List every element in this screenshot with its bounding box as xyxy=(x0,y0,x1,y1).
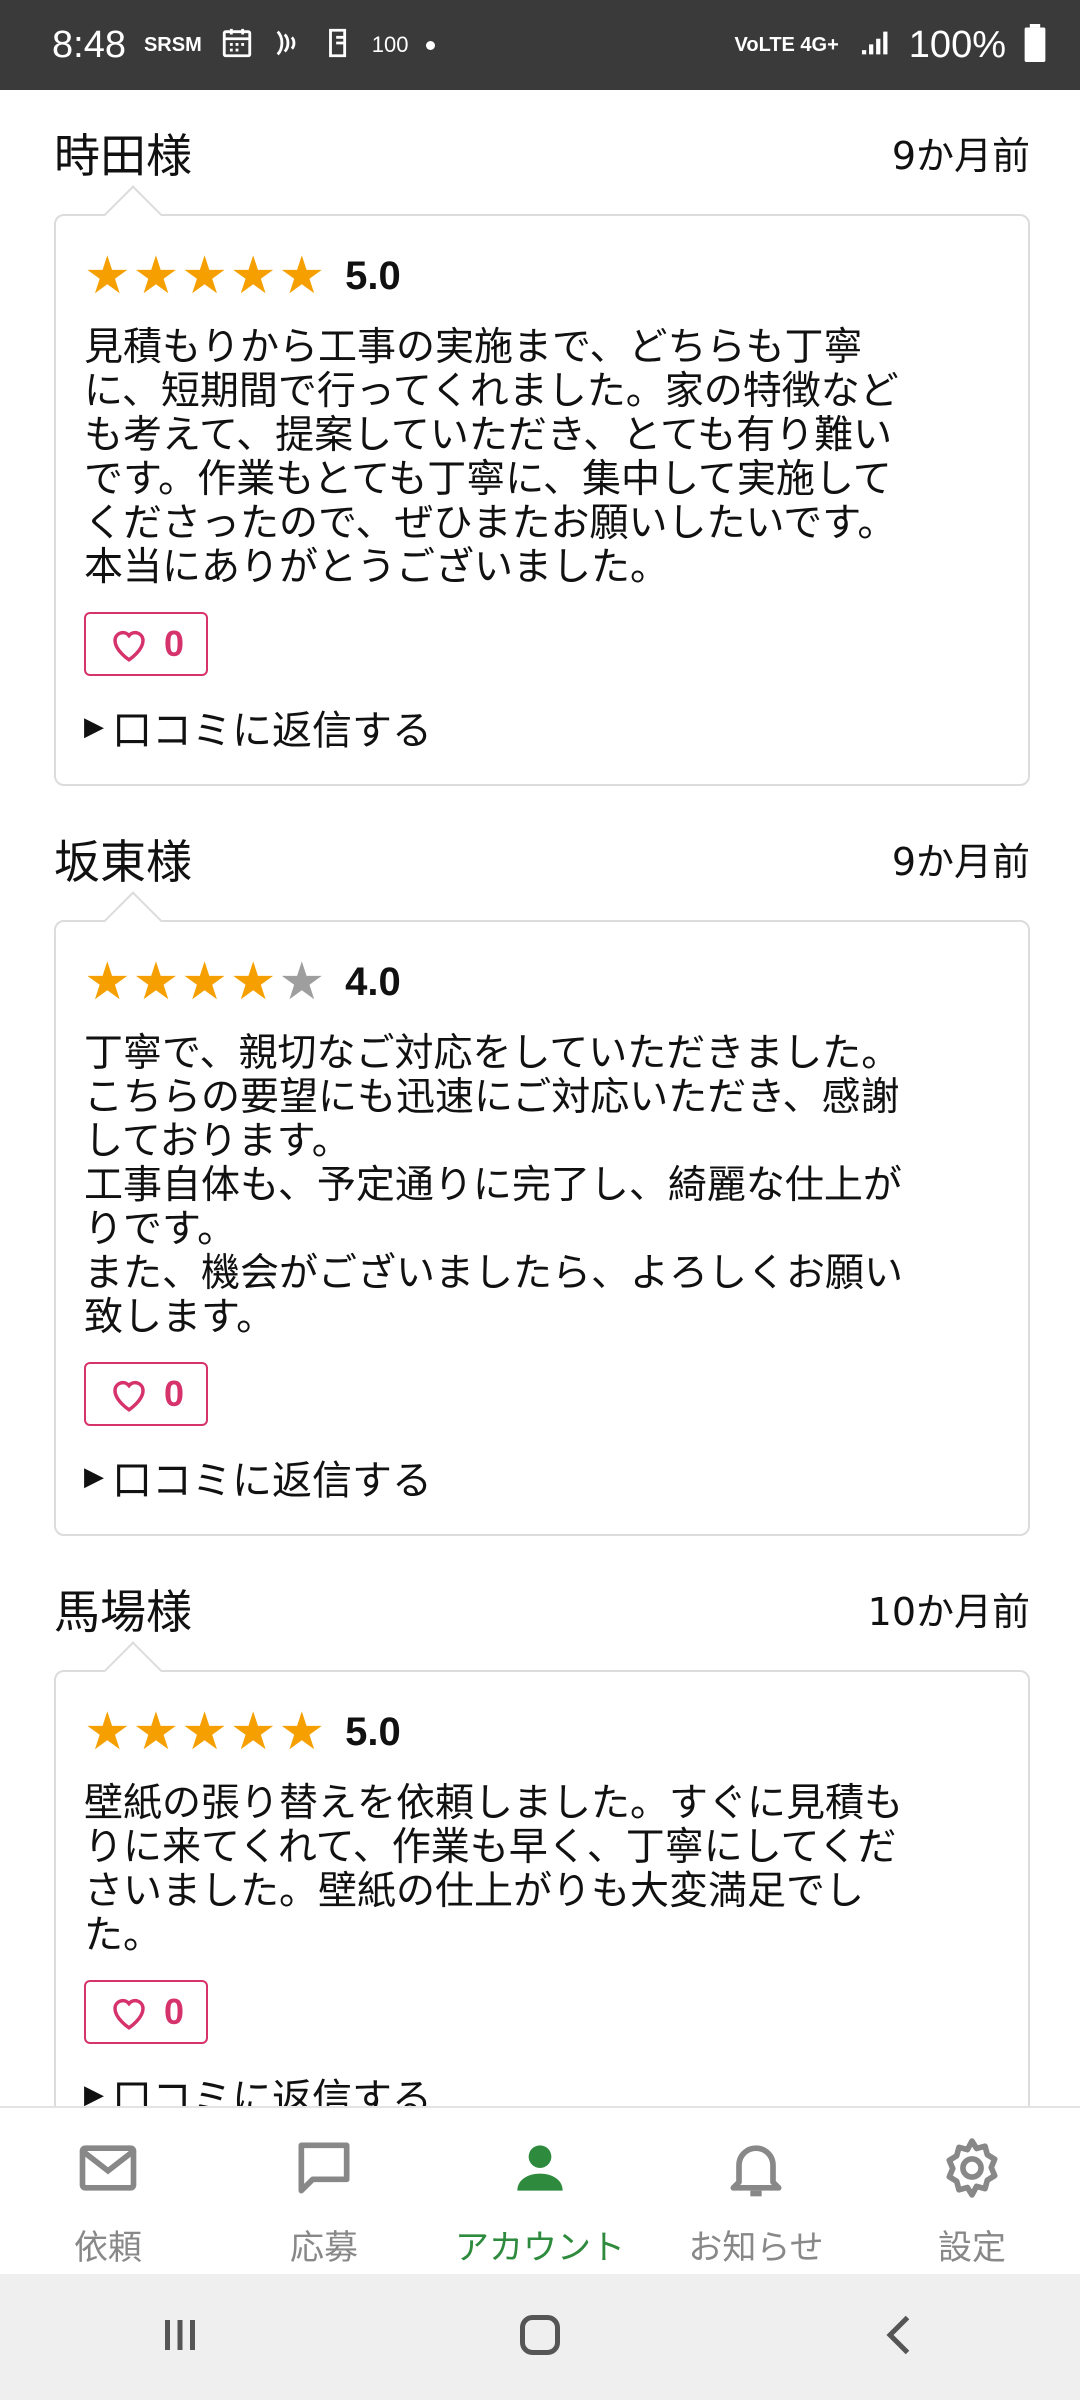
star-icon: ★ xyxy=(84,1702,131,1762)
star-rating: ★ ★ ★ ★ ★ 4.0 xyxy=(84,954,1000,1010)
star-icon: ★ xyxy=(181,952,228,1012)
nav-item-settings[interactable]: 設定 xyxy=(864,2108,1080,2276)
like-count: 0 xyxy=(164,623,185,664)
review-item: 時田様 9か月前 ★ ★ ★ ★ ★ 5.0 見積もりから工事の実施まで、どちら… xyxy=(54,116,1030,786)
recent-apps-icon[interactable] xyxy=(150,2305,210,2369)
reviewer-name: 坂東様 xyxy=(54,835,192,889)
status-right: VoLTE 4G+ 100% xyxy=(735,24,1046,67)
reviewer-name: 馬場様 xyxy=(54,1585,192,1639)
triangle-right-icon: ▶ xyxy=(84,1462,104,1492)
star-icon: ★ xyxy=(132,1702,180,1762)
star-icon: ★ xyxy=(132,246,180,306)
reply-label: 口コミに返信する xyxy=(112,708,432,754)
mail-icon xyxy=(79,2145,137,2191)
status-bar: 8:48 SRSM 100 VoLTE 4G+ 100% xyxy=(0,0,1080,90)
star-icon: ★ xyxy=(229,952,277,1012)
nav-label: 応募 xyxy=(290,2228,358,2268)
like-button[interactable]: 0 xyxy=(84,1362,209,1426)
rating-score: 4.0 xyxy=(345,959,401,1004)
review-text: 見積もりから工事の実施まで、どちらも丁寧 に、短期間で行ってくれました。家の特徴… xyxy=(84,325,899,590)
nav-label: アカウント xyxy=(455,2228,625,2268)
star-icon: ★ xyxy=(132,952,180,1012)
nav-item-requests[interactable]: 依頼 xyxy=(0,2108,216,2276)
home-icon[interactable] xyxy=(510,2305,570,2369)
nav-label: 設定 xyxy=(938,2228,1006,2268)
reply-toggle[interactable]: ▶ 口コミに返信する xyxy=(84,698,1000,756)
star-rating: ★ ★ ★ ★ ★ 5.0 xyxy=(84,1704,1000,1760)
star-icon: ★ xyxy=(84,952,131,1012)
reply-toggle[interactable]: ▶ 口コミに返信する xyxy=(84,1448,1000,1506)
like-count: 0 xyxy=(164,1991,185,2032)
review-header: 時田様 9か月前 xyxy=(54,116,1030,196)
battery-icon xyxy=(1024,24,1046,66)
system-nav-bar xyxy=(0,2274,1080,2400)
review-date: 9か月前 xyxy=(891,134,1030,178)
heart-icon xyxy=(113,1380,145,1412)
status-time: 8:48 xyxy=(52,23,126,66)
review-header: 馬場様 10か月前 xyxy=(54,1572,1030,1652)
heart-icon xyxy=(113,630,145,662)
review-text: 丁寧で、親切なご対応をしていただきました。 こちらの要望にも迅速にご対応いただき… xyxy=(84,1031,904,1340)
star-icon: ★ xyxy=(84,246,131,306)
star-icon: ★ xyxy=(181,1702,228,1762)
review-date: 10か月前 xyxy=(867,1590,1030,1634)
gear-icon xyxy=(946,2138,998,2198)
reply-label: 口コミに返信する xyxy=(112,2076,432,2106)
app-icon xyxy=(324,26,354,64)
chat-icon xyxy=(298,2142,350,2194)
bell-icon xyxy=(730,2145,782,2197)
review-card: ★ ★ ★ ★ ★ 5.0 壁紙の張り替えを依頼しました。すぐに見積も りに来て… xyxy=(54,1670,1030,2106)
nfc-icon xyxy=(272,26,306,64)
nav-label: 依頼 xyxy=(74,2228,142,2268)
person-icon xyxy=(517,2145,563,2191)
notification-dot xyxy=(426,40,436,50)
reply-label: 口コミに返信する xyxy=(112,1458,432,1504)
srsm-icon: SRSM xyxy=(143,33,202,56)
like-count: 0 xyxy=(164,1373,185,1414)
network-label: VoLTE 4G+ xyxy=(734,33,839,56)
like-button[interactable]: 0 xyxy=(84,1980,209,2044)
nav-item-notifications[interactable]: お知らせ xyxy=(648,2108,864,2276)
star-icon: ★ xyxy=(278,952,326,1012)
battery-percent: 100% xyxy=(908,23,1006,66)
reply-toggle[interactable]: ▶ 口コミに返信する xyxy=(84,2066,1000,2106)
review-card: ★ ★ ★ ★ ★ 4.0 丁寧で、親切なご対応をしていただきました。 こちらの… xyxy=(54,920,1030,1536)
review-header: 坂東様 9か月前 xyxy=(54,822,1030,902)
status-number: 100 xyxy=(371,32,409,57)
star-icon: ★ xyxy=(278,246,326,306)
star-icon: ★ xyxy=(229,1702,277,1762)
review-list[interactable]: 時田様 9か月前 ★ ★ ★ ★ ★ 5.0 見積もりから工事の実施まで、どちら… xyxy=(0,90,1080,2106)
heart-icon xyxy=(113,1998,145,2030)
star-icon: ★ xyxy=(229,246,277,306)
signal-icon xyxy=(857,26,891,64)
review-date: 9か月前 xyxy=(891,840,1030,884)
triangle-right-icon: ▶ xyxy=(84,712,104,742)
status-left: 8:48 SRSM 100 xyxy=(52,23,436,67)
star-icon: ★ xyxy=(278,1702,326,1762)
rating-score: 5.0 xyxy=(345,1709,401,1754)
review-text: 壁紙の張り替えを依頼しました。すぐに見積も りに来てくれて、作業も早く、丁寧にし… xyxy=(84,1781,904,1958)
star-rating: ★ ★ ★ ★ ★ 5.0 xyxy=(84,248,1000,304)
like-button[interactable]: 0 xyxy=(84,612,209,676)
calendar-icon xyxy=(220,26,254,64)
back-icon[interactable] xyxy=(870,2305,930,2369)
review-item: 坂東様 9か月前 ★ ★ ★ ★ ★ 4.0 丁寧で、親切なご対応をしていただき… xyxy=(54,822,1030,1536)
triangle-right-icon: ▶ xyxy=(84,2080,104,2106)
nav-item-account[interactable]: アカウント xyxy=(432,2108,648,2276)
review-card: ★ ★ ★ ★ ★ 5.0 見積もりから工事の実施まで、どちらも丁寧 に、短期間… xyxy=(54,214,1030,786)
reviewer-name: 時田様 xyxy=(54,129,192,183)
review-item: 馬場様 10か月前 ★ ★ ★ ★ ★ 5.0 壁紙の張り替えを依頼しました。す… xyxy=(54,1572,1030,2106)
nav-item-applications[interactable]: 応募 xyxy=(216,2108,432,2276)
star-icon: ★ xyxy=(181,246,228,306)
nav-label: お知らせ xyxy=(688,2228,824,2268)
rating-score: 5.0 xyxy=(345,253,401,298)
bottom-nav: 依頼 応募 アカウント お知らせ 設定 xyxy=(0,2106,1080,2276)
